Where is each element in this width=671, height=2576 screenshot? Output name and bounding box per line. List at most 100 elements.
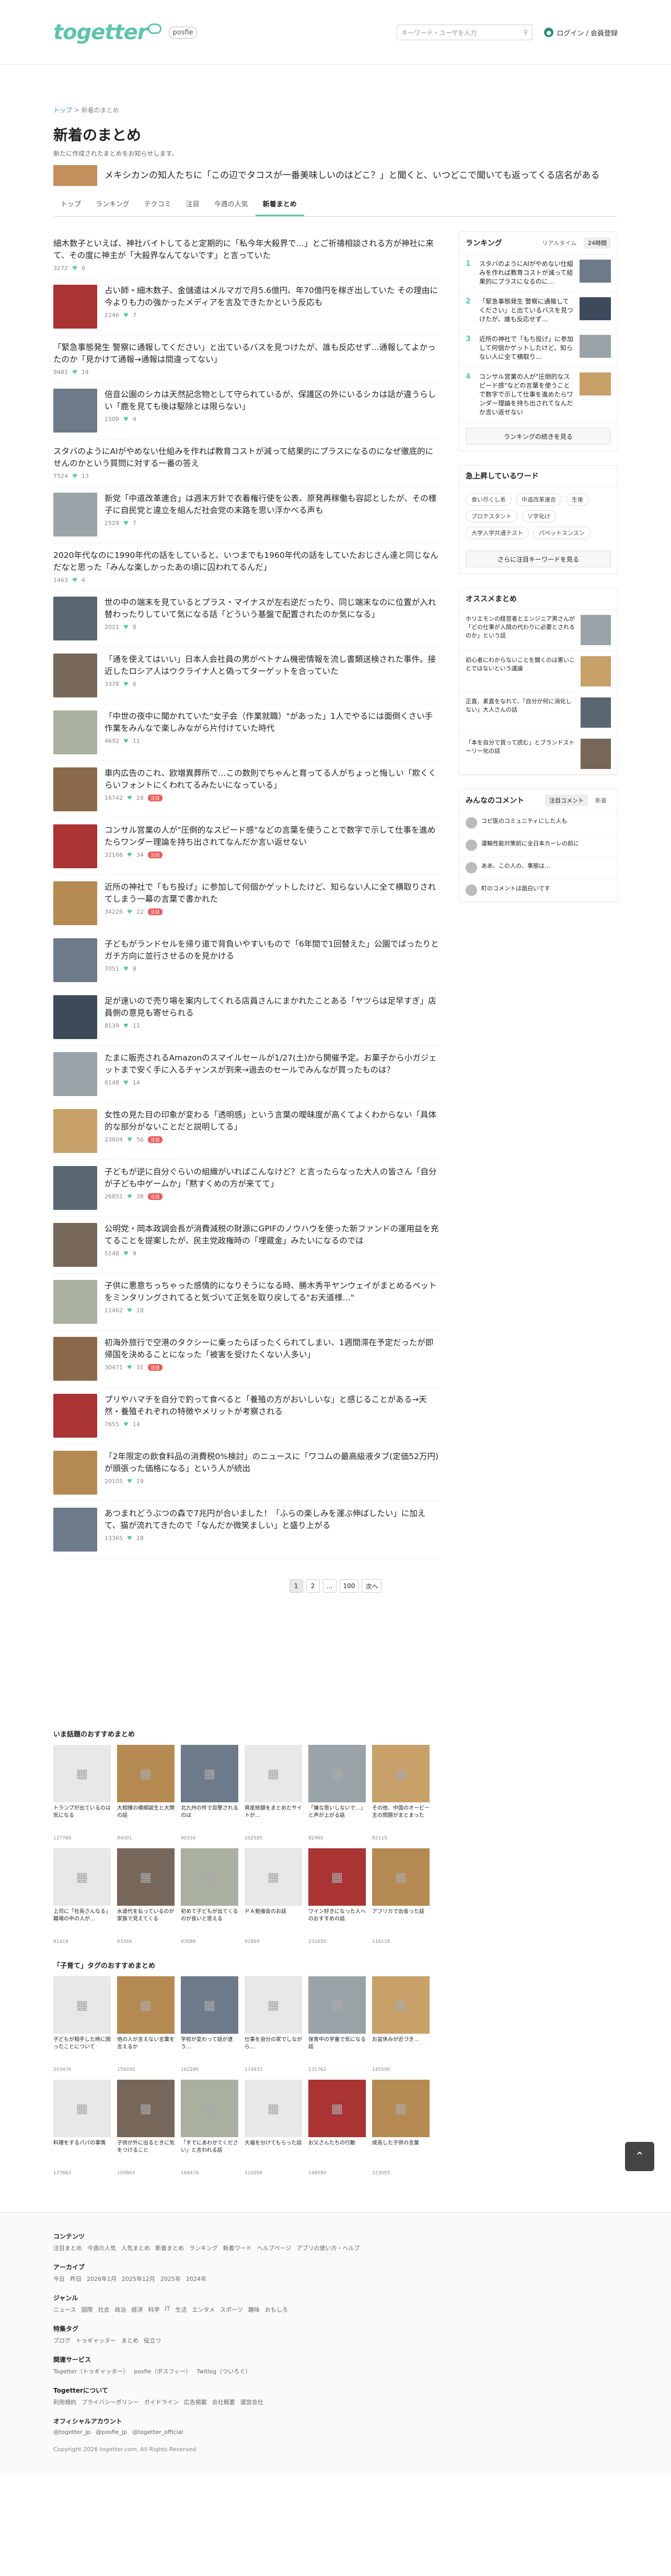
recommend-item[interactable]: 「本を自分で買って読む」とブランドストーリー化の話 bbox=[459, 733, 617, 775]
entry-title[interactable]: 初海外旅行で空港のタクシーに乗ったらぼったくられてしまい、1週間滞在予定だったが… bbox=[105, 1337, 440, 1361]
footer-link[interactable]: 政治 bbox=[114, 2305, 126, 2314]
entry-item[interactable]: あつまれどうぶつの森で7兆円が合いました！「ふらの楽しみを運ぶ伸ばしたい」に加え… bbox=[53, 1501, 440, 1558]
footer-link[interactable]: 2026年1月 bbox=[87, 2275, 117, 2283]
entry-item[interactable]: 世の中の端末を見ているとプラス・マイナスが左右逆だったり、同じ端末なのに位置が入… bbox=[53, 590, 440, 647]
floating-entry[interactable]: メキシカンの知人たちに「この辺でタコスが一番美味しいのはどこ？」と聞くと、いつど… bbox=[53, 165, 618, 186]
footer-link[interactable]: 注目まとめ bbox=[53, 2244, 82, 2252]
entry-item[interactable]: 「通を使えてはいい」日本人会社員の男がベトナム機密情報を流し書類送検された事件。… bbox=[53, 647, 440, 704]
comment-item[interactable]: 運輸性能対策前に全日本カーレの前に bbox=[459, 834, 617, 857]
entry-title[interactable]: 「2年限定の飲食料品の消費税0%検討」のニュースに「ワコムの最高級液タブ(定価5… bbox=[105, 1451, 440, 1475]
footer-link[interactable]: 生活 bbox=[175, 2305, 187, 2314]
grid-card[interactable]: ▦ 仕事を自分の家でしながら… 174933 bbox=[245, 1976, 302, 2072]
entry-title[interactable]: 近所の神社で「もち投げ」に参加して何個かゲットしたけど、知らない人に全て横取りさ… bbox=[105, 881, 440, 905]
grid-card[interactable]: ▦ トランプが出ているのは気になる 127766 bbox=[53, 1745, 111, 1841]
page-button[interactable]: 2 bbox=[306, 1579, 320, 1593]
entry-item[interactable]: 細木数子といえば、神社バイトしてると定期的に「私今年大殺界で…」とご祈禱相談され… bbox=[53, 231, 440, 278]
entry-title[interactable]: 占い師・細木数子、金儲遣はメルマガで月5.6億円、年70億円を稼ぎ出していた そ… bbox=[105, 285, 440, 309]
footer-link[interactable]: ブログ bbox=[53, 2336, 71, 2345]
entry-title[interactable]: 「中世の夜中に聞かれていた"女子会（作業就職）"があった」1人でやるには面倒くさ… bbox=[105, 710, 440, 735]
footer-link[interactable]: エンタメ bbox=[192, 2305, 215, 2314]
posfie-link[interactable]: posfie bbox=[169, 26, 197, 39]
footer-link[interactable]: 2024年 bbox=[186, 2275, 206, 2283]
comment-item[interactable]: コピ医のコミュニティにした人も bbox=[459, 812, 617, 834]
entry-item[interactable]: 「緊急事態発生 警察に通報してください」と出ているバスを見つけたが、誰も反応せず… bbox=[53, 335, 440, 382]
grid-card[interactable]: ▦ 「すでにあわせてください」と言われる話 184476 bbox=[181, 2080, 238, 2176]
footer-link[interactable]: 新着ワード bbox=[223, 2244, 252, 2252]
ranking-more-button[interactable]: ランキングの続きを見る bbox=[466, 428, 611, 445]
entry-title[interactable]: 足が速いので売り場を案内してくれる店員さんにまかれたことある「ヤツらは足早すぎ」… bbox=[105, 995, 440, 1019]
grid-card[interactable]: ▦ お父さんたちの行動 148580 bbox=[308, 2080, 366, 2176]
entry-title[interactable]: コンサル営業の人が"圧倒的なスピード感"などの言葉を使うことで数字で示して仕事を… bbox=[105, 824, 440, 848]
entry-title[interactable]: 「通を使えてはいい」日本人会社員の男がベトナム機密情報を流し書類送検された事件。… bbox=[105, 654, 440, 678]
entry-item[interactable]: 「2年限定の飲食料品の消費税0%検討」のニュースに「ワコムの最高級液タブ(定価5… bbox=[53, 1444, 440, 1501]
grid-card[interactable]: ▦ 大相撲の横綱誕生と大関の話 84001 bbox=[117, 1745, 175, 1841]
footer-link[interactable]: 利用規約 bbox=[53, 2398, 76, 2406]
comment-item[interactable]: 町のコメントは面白いです bbox=[459, 879, 617, 902]
togetter-logo[interactable]: togetter bbox=[53, 20, 162, 44]
grid-card[interactable]: ▦ お盆休みが近づき… 145500 bbox=[372, 1976, 430, 2072]
keyword-chip[interactable]: 中道改革連合 bbox=[516, 493, 562, 506]
grid-card[interactable]: ▦ その他、中国のオービー主の問題がまとまった 82115 bbox=[372, 1745, 430, 1841]
footer-link[interactable]: 今週の人気 bbox=[87, 2244, 116, 2252]
ranking-item[interactable]: 4 コンサル営業の人が"圧倒的なスピード感"などの言葉を使うことで数字で示して仕… bbox=[459, 367, 617, 423]
grid-card[interactable]: ▦ 料理をするパパの事情 177662 bbox=[53, 2080, 111, 2176]
grid-card[interactable]: ▦ 北九州の件で目撃されるのは 90334 bbox=[181, 1745, 238, 1841]
entry-item[interactable]: 足が速いので売り場を案内してくれる店員さんにまかれたことある「ヤツらは足早すぎ」… bbox=[53, 989, 440, 1046]
keyword-chip[interactable]: パペットスンスン bbox=[533, 527, 591, 539]
entry-title[interactable]: 2020年代なのに1990年代の話をしていると、いつまでも1960年代の話をして… bbox=[53, 550, 440, 574]
login-link[interactable]: ● ログイン / 会員登録 bbox=[544, 28, 618, 38]
footer-link[interactable]: 2025年 bbox=[160, 2275, 181, 2283]
entry-item[interactable]: 「中世の夜中に聞かれていた"女子会（作業就職）"があった」1人でやるには面倒くさ… bbox=[53, 704, 440, 761]
grid-card[interactable]: ▦ 成長した子供の言葉 123005 bbox=[372, 2080, 430, 2176]
keyword-chip[interactable]: 生後 bbox=[566, 493, 589, 506]
page-button[interactable]: 1 bbox=[289, 1579, 303, 1593]
entry-item[interactable]: プリやハマチを自分で釣って食べると「養殖の方がおいしいな」と感じることがある→天… bbox=[53, 1388, 440, 1444]
entry-item[interactable]: 公明党・岡本政調会長が消費減税の財源にGPIFのノウハウを使った新ファンドの運用… bbox=[53, 1217, 440, 1274]
footer-link[interactable]: 人気まとめ bbox=[121, 2244, 150, 2252]
grid-card[interactable]: ▦ 他の人が言えない言葉を言えるか 159030 bbox=[117, 1976, 175, 2072]
entry-item[interactable]: 子どもが逆に自分ぐらいの組織がいればこんなけど？と言ったらなった大人の皆さん「自… bbox=[53, 1160, 440, 1217]
entry-title[interactable]: 公明党・岡本政調会長が消費減税の財源にGPIFのノウハウを使った新ファンドの運用… bbox=[105, 1223, 440, 1247]
entry-item[interactable]: 車内広告のこれ、欧増異葬所で…この数則でちゃんと育ってる人がちょっと悔しい「欺く… bbox=[53, 761, 440, 818]
entry-title[interactable]: 新党「中道改革連合」は週末方針で衣着権行使を公表、原発再稼働も容認としたが、その… bbox=[105, 493, 440, 517]
page-button[interactable]: 次へ bbox=[362, 1579, 382, 1593]
ranking-tab-realtime[interactable]: リアルタイム bbox=[538, 237, 581, 249]
footer-link[interactable]: 2025年12月 bbox=[122, 2275, 155, 2283]
footer-link[interactable]: スポーツ bbox=[220, 2305, 243, 2314]
ranking-item[interactable]: 3 近所の神社で「もち投げ」に参加して何個かゲットしたけど、知らない人に全て横取… bbox=[459, 330, 617, 367]
entry-title[interactable]: プリやハマチを自分で釣って食べると「養殖の方がおいしいな」と感じることがある→天… bbox=[105, 1394, 440, 1418]
recommend-item[interactable]: 正直、素直をなれて、「自分が何に消化しない」大人さんの話 bbox=[459, 692, 617, 733]
grid-card[interactable]: ▦ 初めて子どもが出てくるのが良いと思える 63086 bbox=[181, 1848, 238, 1944]
footer-link[interactable]: まとめ bbox=[121, 2336, 138, 2345]
search-input[interactable]: キーワード・ユーザを入力 ⚲ bbox=[397, 25, 533, 40]
entry-title[interactable]: 子どもが逆に自分ぐらいの組織がいればこんなけど？と言ったらなった大人の皆さん「自… bbox=[105, 1166, 440, 1190]
entry-item[interactable]: スタバのようにAIがやめない仕組みを作れば教育コストが減って結果的にプラスになる… bbox=[53, 439, 440, 486]
grid-card[interactable]: ▦ 「嫌な思いしないで…」と声が上がる話 82960 bbox=[308, 1745, 366, 1841]
entry-title[interactable]: 倍音公園のシカは天然記念物として守られているが、保護区の外にいるシカは話が違うら… bbox=[105, 389, 440, 413]
back-to-top-button[interactable]: ⌃ bbox=[625, 2142, 654, 2171]
entry-item[interactable]: 2020年代なのに1990年代の話をしていると、いつまでも1960年代の話をして… bbox=[53, 543, 440, 590]
entry-item[interactable]: 子どもがランドセルを帰り道で背負いやすいもので「6年間で1回替えた」公園でばった… bbox=[53, 932, 440, 989]
footer-link[interactable]: 役立つ bbox=[144, 2336, 161, 2345]
tab-new[interactable]: 新着まとめ bbox=[255, 192, 304, 216]
grid-card[interactable]: ▦ 学校が変わって話が違う… 162286 bbox=[181, 1976, 238, 2072]
footer-link[interactable]: IT bbox=[165, 2305, 170, 2314]
grid-card[interactable]: ▦ 資産総額をまとめたサイトが… 102585 bbox=[245, 1745, 302, 1841]
tab-techcomi[interactable]: テクコミ bbox=[137, 192, 179, 216]
tab-top[interactable]: トップ bbox=[53, 192, 88, 216]
entry-title[interactable]: あつまれどうぶつの森で7兆円が合いました！「ふらの楽しみを運ぶ伸ばしたい」に加え… bbox=[105, 1508, 440, 1532]
entry-item[interactable]: コンサル営業の人が"圧倒的なスピード感"などの言葉を使うことで数字で示して仕事を… bbox=[53, 818, 440, 875]
grid-card[interactable]: ▦ 子どもが相手した時に困ったことについて 203476 bbox=[53, 1976, 111, 2072]
footer-link[interactable]: Twitlog（ついろぐ） bbox=[196, 2367, 251, 2375]
comment-item[interactable]: ああ、この人の、事態は… bbox=[459, 857, 617, 879]
grid-card[interactable]: ▦ 水道代を払っているのが家族で見えてくる 63346 bbox=[117, 1848, 175, 1944]
footer-link[interactable]: トゥギャッター bbox=[76, 2336, 116, 2345]
footer-link[interactable]: ニュース bbox=[53, 2305, 76, 2314]
entry-title[interactable]: たまに販売されるAmazonのスマイルセールが1/27(土)から開催予定。お菓子… bbox=[105, 1052, 440, 1076]
comments-tab-featured[interactable]: 注目コメント bbox=[545, 795, 588, 806]
footer-link[interactable]: @posfie_jp bbox=[96, 2429, 127, 2435]
breadcrumb-home[interactable]: トップ bbox=[53, 107, 72, 114]
grid-card[interactable]: ▦ 子供が外に出るときに気をつけること 105803 bbox=[117, 2080, 175, 2176]
grid-card[interactable]: ▦ 上司に「社長さんなる」職場の中の人が… 81419 bbox=[53, 1848, 111, 1944]
grid-card[interactable]: ▦ ＰＡ勉強会のお話 92899 bbox=[245, 1848, 302, 1944]
